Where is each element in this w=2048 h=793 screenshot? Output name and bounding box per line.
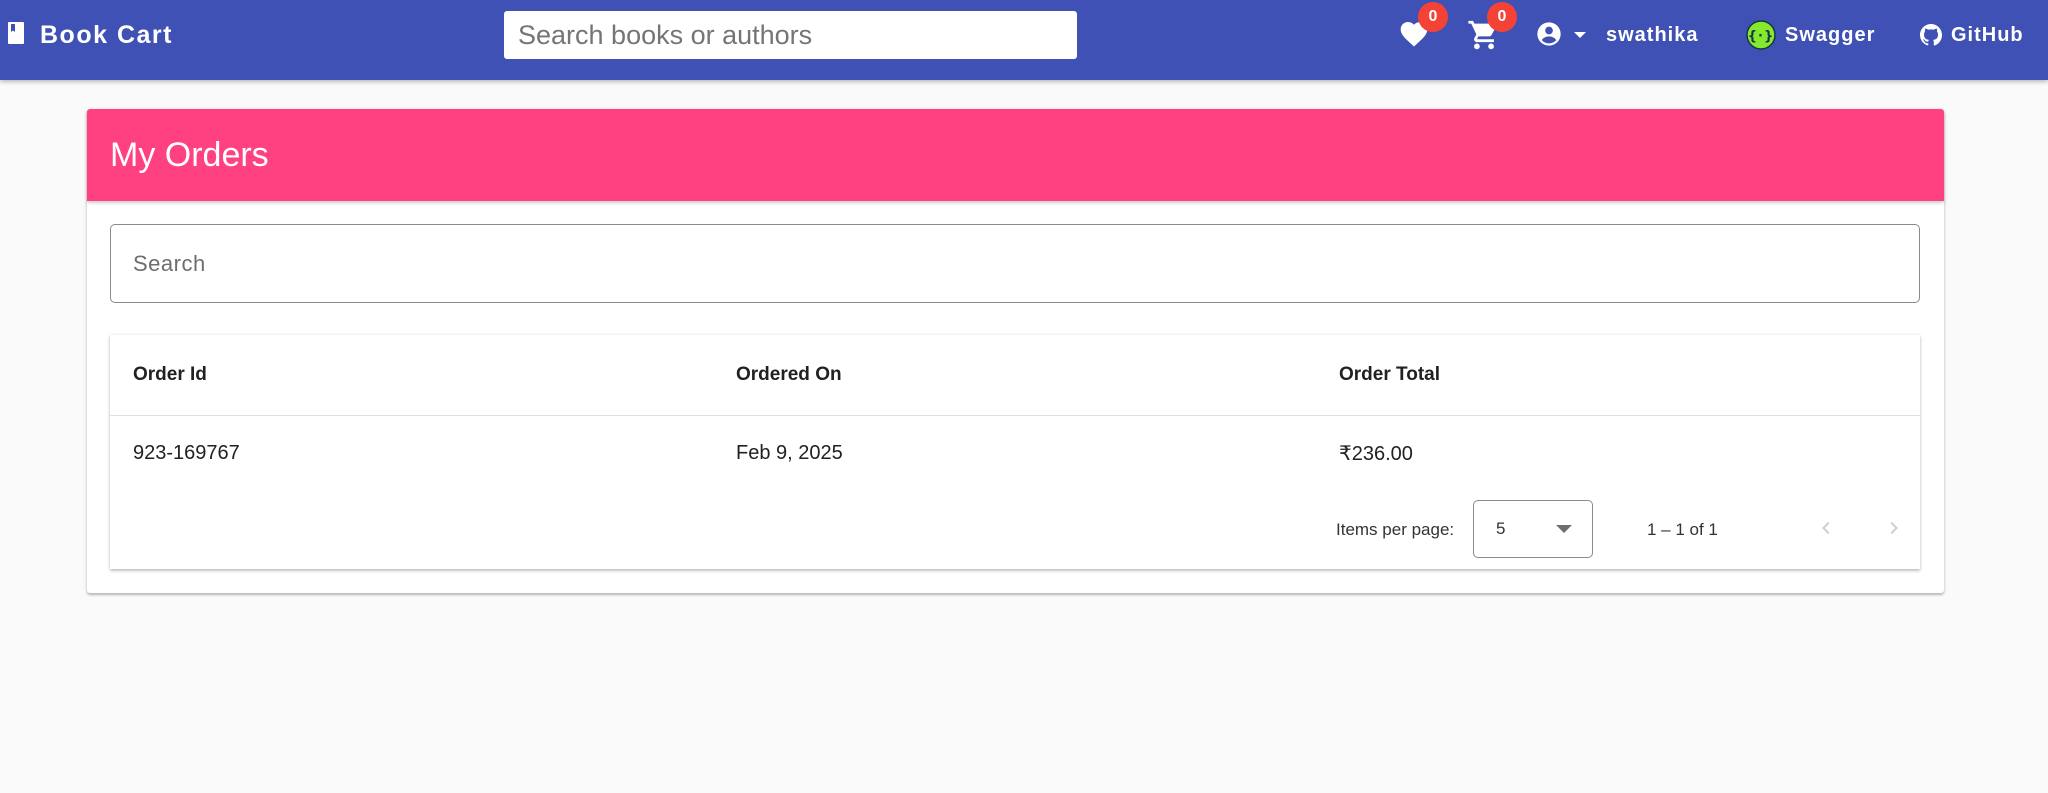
orders-card-header: My Orders <box>87 109 1944 201</box>
previous-page-button[interactable] <box>1806 510 1846 550</box>
ordered-on-cell: Feb 9, 2025 <box>736 441 843 464</box>
username-label[interactable]: swathika <box>1606 0 1698 70</box>
page-range-label: 1 – 1 of 1 <box>1647 519 1718 539</box>
wishlist-count-badge: 0 <box>1418 2 1448 32</box>
order-total-cell: ₹236.00 <box>1339 442 1413 465</box>
order-id-cell[interactable]: 923-169767 <box>133 442 240 465</box>
user-menu-button[interactable] <box>1535 18 1595 52</box>
column-header-order-id[interactable]: Order Id <box>133 364 207 386</box>
account-circle-icon <box>1535 20 1563 53</box>
page-size-value: 5 <box>1496 519 1506 538</box>
app-title: Book Cart <box>40 20 173 49</box>
brand-link[interactable]: Book Cart <box>6 0 173 70</box>
book-icon <box>6 21 26 50</box>
wishlist-button[interactable]: 0 <box>1398 2 1448 56</box>
github-icon <box>1920 24 1943 46</box>
column-header-ordered-on[interactable]: Ordered On <box>736 364 842 386</box>
book-search-input[interactable] <box>504 11 1077 59</box>
page-size-select[interactable]: 5 <box>1473 500 1593 558</box>
table-header-row: Order Id Ordered On Order Total <box>110 335 1920 416</box>
page-title: My Orders <box>110 135 269 174</box>
orders-card: My Orders Order Id Ordered On Order Tota… <box>87 109 1944 593</box>
cart-button[interactable]: 0 <box>1467 2 1517 56</box>
paginator: Items per page: 5 1 – 1 of 1 <box>110 490 1920 569</box>
next-page-button[interactable] <box>1874 510 1914 550</box>
order-search-input[interactable] <box>110 224 1920 303</box>
table-row[interactable]: 923-169767 Feb 9, 2025 ₹236.00 <box>110 416 1920 490</box>
orders-table: Order Id Ordered On Order Total 923-1697… <box>110 335 1920 569</box>
chevron-right-icon <box>1882 516 1906 545</box>
dropdown-arrow-icon <box>1574 32 1586 38</box>
top-toolbar: Book Cart 0 0 swathika {·} Swagger GitHu… <box>0 0 2048 80</box>
column-header-order-total[interactable]: Order Total <box>1339 364 1440 386</box>
items-per-page-label: Items per page: <box>1336 519 1455 539</box>
swagger-link[interactable]: {·} Swagger <box>1746 0 1875 70</box>
swagger-icon: {·} <box>1746 20 1776 50</box>
cart-count-badge: 0 <box>1487 2 1517 32</box>
chevron-left-icon <box>1814 516 1838 545</box>
github-link[interactable]: GitHub <box>1920 0 2024 70</box>
swagger-label: Swagger <box>1785 23 1876 46</box>
dropdown-arrow-icon <box>1556 525 1572 533</box>
github-label: GitHub <box>1951 23 2024 46</box>
svg-text:{·}: {·} <box>1748 29 1774 44</box>
